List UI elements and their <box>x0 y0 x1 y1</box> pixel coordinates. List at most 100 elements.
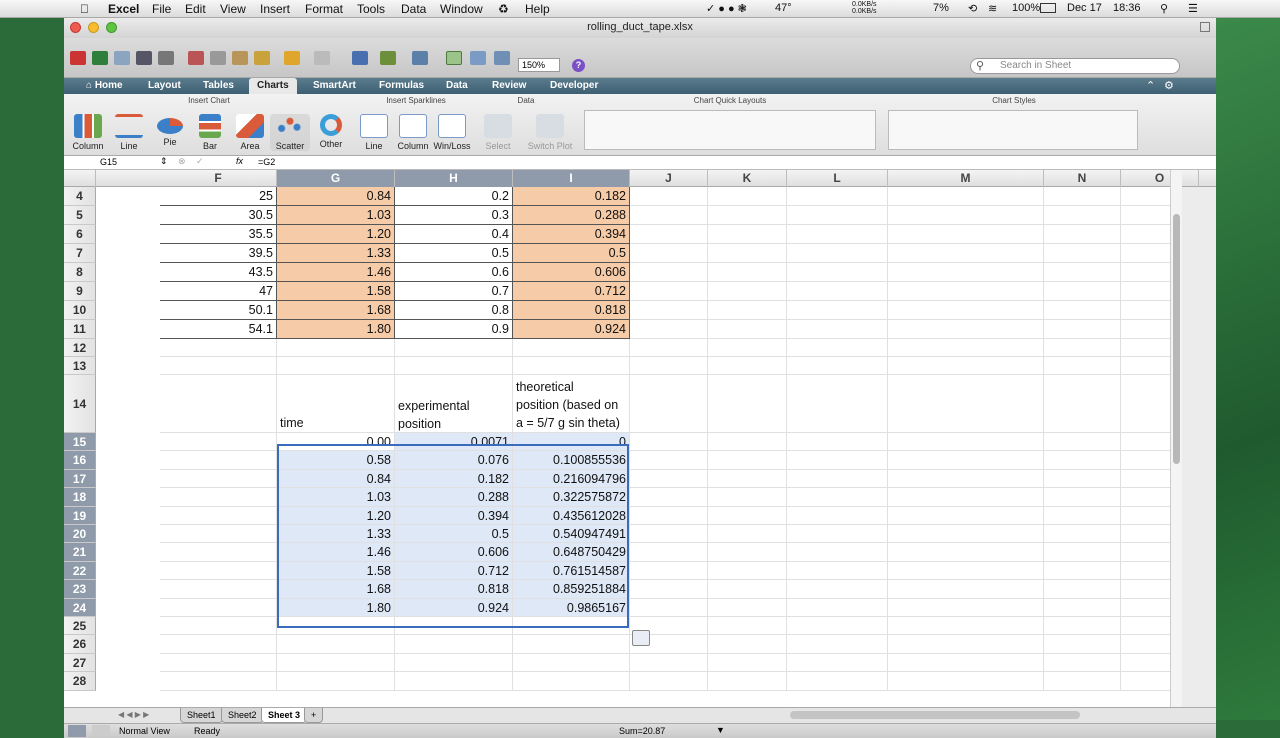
sum-display[interactable]: Sum=20.87 <box>619 726 729 736</box>
cell[interactable] <box>630 488 708 507</box>
page-layout-icon[interactable] <box>92 725 110 737</box>
cell[interactable] <box>1044 433 1121 452</box>
insert-bar-chart-button[interactable]: Bar <box>190 114 230 151</box>
menu-view[interactable]: View <box>220 2 246 16</box>
insert-other-chart-button[interactable]: Other <box>311 114 351 149</box>
cell[interactable] <box>1121 375 1170 433</box>
apple-icon[interactable]:  <box>80 2 89 16</box>
cell[interactable] <box>888 488 1044 507</box>
print-icon[interactable] <box>158 51 174 65</box>
cell[interactable] <box>1121 225 1170 244</box>
paste-icon[interactable] <box>232 51 248 65</box>
cell-g[interactable]: 1.80 <box>277 320 395 339</box>
cell-i[interactable]: 0 <box>513 433 630 452</box>
row-header[interactable]: 7 <box>64 244 96 263</box>
row-header[interactable]: 9 <box>64 282 96 301</box>
wifi-icon[interactable]: ≋ <box>988 2 997 15</box>
cell[interactable] <box>787 672 888 691</box>
cell[interactable] <box>277 653 395 673</box>
cell[interactable] <box>888 187 1044 206</box>
cell[interactable] <box>630 653 708 673</box>
cell-h[interactable]: 0.8 <box>395 301 513 320</box>
cell[interactable] <box>708 357 787 375</box>
cell-h[interactable]: 0.924 <box>395 598 513 617</box>
cell-i[interactable]: 0.216094796 <box>513 469 630 489</box>
cell[interactable] <box>888 339 1044 357</box>
cell[interactable] <box>160 433 277 452</box>
cell[interactable] <box>1044 451 1121 470</box>
cell[interactable] <box>160 375 277 433</box>
toolbox-icon[interactable] <box>494 51 510 65</box>
cell[interactable] <box>888 282 1044 301</box>
row-header[interactable]: 14 <box>64 375 96 433</box>
cell[interactable] <box>888 506 1044 525</box>
sparkline-winloss-button[interactable]: Win/Loss <box>432 114 472 151</box>
cell[interactable] <box>787 339 888 357</box>
cell[interactable] <box>160 580 277 599</box>
row-header[interactable]: 21 <box>64 543 96 562</box>
column-header-l[interactable]: L <box>787 170 888 187</box>
templates-icon[interactable] <box>92 51 108 65</box>
column-header-n[interactable]: N <box>1044 170 1121 187</box>
tab-layout[interactable]: Layout <box>140 78 189 94</box>
sparkline-column-button[interactable]: Column <box>393 114 433 151</box>
cell[interactable] <box>787 357 888 375</box>
cell-h[interactable]: 0.9 <box>395 320 513 339</box>
row-header[interactable]: 16 <box>64 451 96 470</box>
row-header[interactable]: 11 <box>64 320 96 339</box>
cell[interactable] <box>888 672 1044 691</box>
menu-tools[interactable]: Tools <box>357 2 385 16</box>
cell-h[interactable]: 0.5 <box>395 244 513 263</box>
row-header[interactable]: 6 <box>64 225 96 244</box>
cell[interactable] <box>1121 357 1170 375</box>
cell[interactable] <box>708 339 787 357</box>
cell[interactable] <box>1044 580 1121 599</box>
cell[interactable] <box>787 282 888 301</box>
cell-f[interactable]: 43.5 <box>160 263 277 282</box>
sort-icon[interactable] <box>380 51 396 65</box>
cell[interactable] <box>888 469 1044 489</box>
cell-f[interactable]: 35.5 <box>160 225 277 244</box>
switch-plot-button[interactable]: Switch Plot <box>522 114 578 151</box>
cell[interactable] <box>1121 507 1170 525</box>
tab-home[interactable]: ⌂ Home <box>78 78 131 94</box>
cell[interactable] <box>160 653 277 673</box>
cell[interactable] <box>160 451 277 470</box>
cell[interactable] <box>888 561 1044 581</box>
cell[interactable] <box>708 580 787 599</box>
cell[interactable] <box>708 433 787 452</box>
tab-tables[interactable]: Tables <box>195 78 242 94</box>
cell[interactable] <box>160 635 277 654</box>
cell[interactable] <box>708 525 787 544</box>
cell-g[interactable]: 1.20 <box>277 506 395 525</box>
spotlight-icon[interactable]: ⚲ <box>1160 2 1168 15</box>
cell[interactable] <box>1044 561 1121 581</box>
select-data-button[interactable]: Select <box>478 114 518 151</box>
cell[interactable] <box>787 635 888 654</box>
cell[interactable] <box>1044 301 1121 320</box>
cell[interactable] <box>888 320 1044 339</box>
row-header[interactable]: 18 <box>64 488 96 507</box>
cell-h[interactable]: 0.288 <box>395 488 513 507</box>
cell[interactable] <box>708 598 787 617</box>
cell-g[interactable]: 0.84 <box>277 469 395 489</box>
formula-input[interactable]: =G2 <box>258 157 275 167</box>
menu-file[interactable]: File <box>152 2 171 16</box>
cell[interactable] <box>888 653 1044 673</box>
name-box-dropdown-icon[interactable]: ⇕ <box>160 156 168 167</box>
insert-line-chart-button[interactable]: Line <box>109 114 149 151</box>
row-header[interactable]: 17 <box>64 469 96 489</box>
cell[interactable] <box>1044 617 1121 636</box>
cell[interactable] <box>1044 263 1121 282</box>
cell[interactable] <box>160 561 277 581</box>
row-header[interactable]: 15 <box>64 433 96 452</box>
cell[interactable] <box>160 488 277 507</box>
cell[interactable] <box>888 543 1044 562</box>
column-header-j[interactable]: J <box>630 170 708 187</box>
cell[interactable] <box>1044 320 1121 339</box>
column-header-h[interactable]: H <box>395 170 513 187</box>
cell[interactable] <box>277 339 395 357</box>
normal-view-icon[interactable] <box>68 725 86 737</box>
cell-f[interactable]: 39.5 <box>160 244 277 263</box>
row-header[interactable]: 8 <box>64 263 96 282</box>
